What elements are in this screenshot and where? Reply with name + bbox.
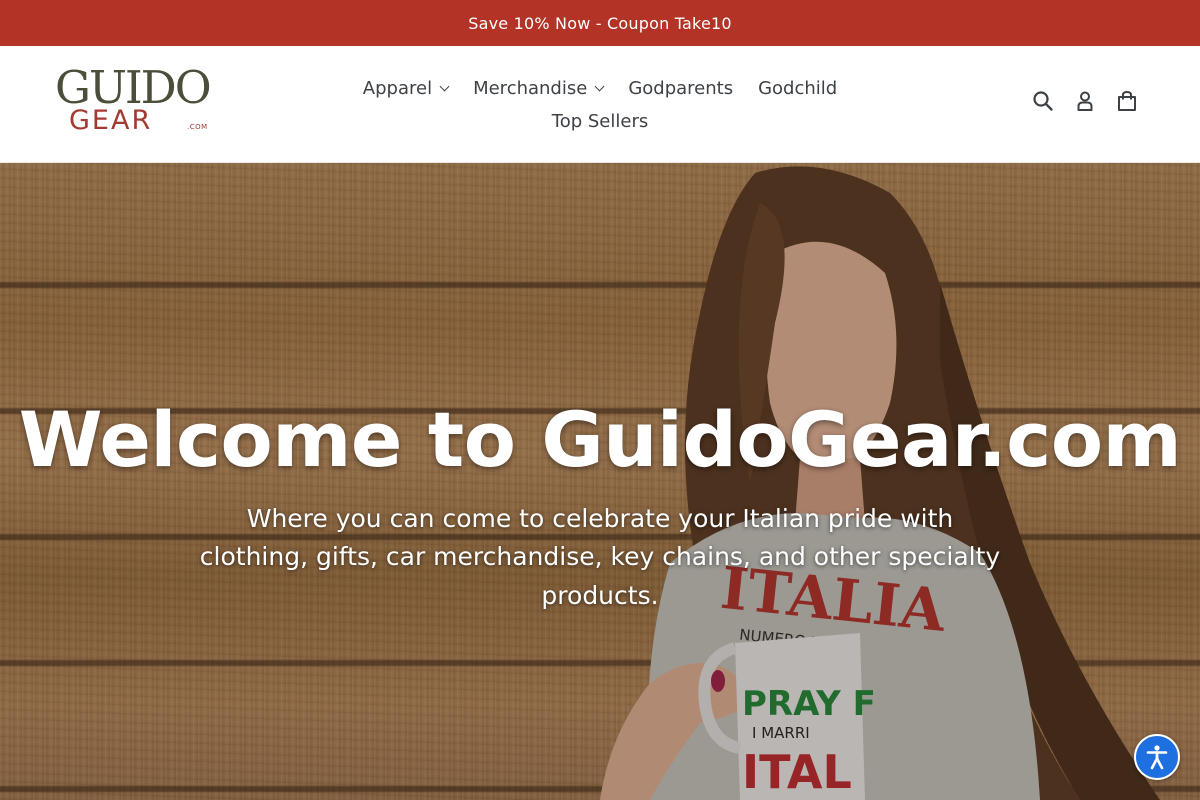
nav-item-label: Godparents: [628, 78, 734, 99]
nav-item-label: Godchild: [758, 78, 838, 99]
nav-item-label: Top Sellers: [551, 111, 649, 132]
hero-content: Welcome to GuidoGear.com Where you can c…: [0, 398, 1200, 616]
hero-title: Welcome to GuidoGear.com: [18, 395, 1182, 484]
announcement-bar[interactable]: Save 10% Now - Coupon Take10: [0, 0, 1200, 46]
chevron-down-icon: [594, 81, 605, 92]
nav-item-top-sellers[interactable]: Top Sellers: [552, 111, 648, 132]
main-nav: Apparel Merchandise Godparents Godchild …: [340, 72, 860, 138]
accessibility-button[interactable]: [1134, 734, 1180, 780]
hero-subtitle: Where you can come to celebrate your Ita…: [199, 503, 1001, 611]
hero-banner: ITALIA NUMERO UNO PRAY F I MARRI ITAL We…: [0, 163, 1200, 800]
site-logo[interactable]: GUIDO GEAR .COM: [55, 65, 235, 139]
nav-item-godparents[interactable]: Godparents: [628, 78, 733, 99]
announcement-text: Save 10% Now - Coupon Take10: [468, 13, 732, 33]
search-icon[interactable]: [1032, 90, 1054, 112]
nav-item-label: Merchandise: [473, 78, 588, 99]
chevron-down-icon: [439, 81, 450, 92]
logo-suffix: .COM: [187, 123, 208, 131]
nav-item-label: Apparel: [362, 78, 433, 99]
nav-item-godchild[interactable]: Godchild: [758, 78, 837, 99]
nav-item-apparel[interactable]: Apparel: [362, 78, 450, 99]
nav-item-merchandise[interactable]: Merchandise: [473, 78, 605, 99]
header-icons: [1032, 90, 1138, 112]
accessibility-icon: [1146, 745, 1168, 770]
logo-line-2: GEAR: [69, 105, 153, 136]
account-icon[interactable]: [1074, 90, 1096, 112]
logo-line-1: GUIDO: [55, 61, 212, 114]
site-header: GUIDO GEAR .COM Apparel Merchandise Godp…: [0, 46, 1200, 163]
nav-row-2: Top Sellers: [340, 105, 860, 138]
nav-row-1: Apparel Merchandise Godparents Godchild: [340, 72, 860, 105]
cart-icon[interactable]: [1116, 90, 1138, 112]
